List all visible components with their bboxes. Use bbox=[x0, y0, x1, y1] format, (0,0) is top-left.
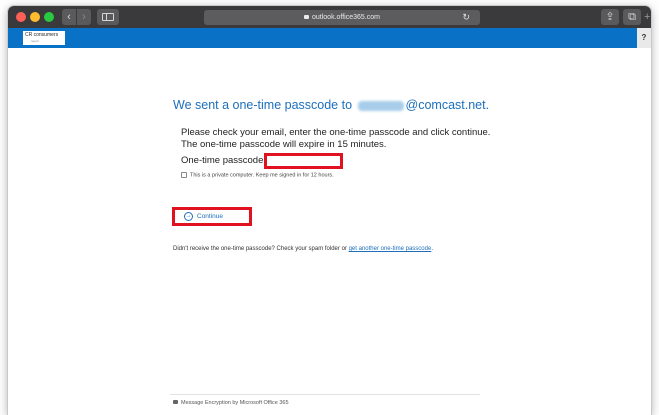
arrow-right-icon: → bbox=[184, 211, 193, 221]
passcode-input[interactable] bbox=[264, 153, 343, 169]
get-another-passcode-link[interactable]: get another one-time passcode bbox=[349, 246, 432, 252]
keep-signed-in-row: This is a private computer. Keep me sign… bbox=[181, 172, 334, 178]
new-tab-button[interactable]: + bbox=[644, 9, 650, 25]
lock-icon bbox=[304, 15, 309, 19]
zoom-window-button[interactable] bbox=[44, 12, 54, 22]
app-header: CR consumers report ? bbox=[8, 28, 651, 48]
logo-text: CR consumers bbox=[25, 32, 59, 38]
share-button[interactable]: ⇪ bbox=[601, 9, 619, 25]
lock-icon bbox=[173, 400, 178, 404]
reload-icon[interactable]: ↻ bbox=[462, 10, 470, 25]
resend-prefix: Didn't receive the one-time passcode? Ch… bbox=[173, 246, 347, 252]
headline-prefix: We sent a one-time passcode to bbox=[173, 98, 353, 112]
keep-signed-in-checkbox[interactable] bbox=[181, 172, 187, 178]
page-title: We sent a one-time passcode to @comcast.… bbox=[173, 98, 489, 112]
browser-window: ‹ › outlook.office365.com ↻ ⇪ ⧉ + CR con… bbox=[8, 6, 651, 415]
back-button[interactable]: ‹ bbox=[62, 9, 76, 25]
instructions-line-1: Please check your email, enter the one-t… bbox=[181, 127, 491, 138]
minimize-window-button[interactable] bbox=[30, 12, 40, 22]
sidebar-toggle-button[interactable] bbox=[97, 9, 119, 25]
redacted-email bbox=[357, 100, 404, 111]
instructions: Please check your email, enter the one-t… bbox=[181, 127, 501, 151]
brand-logo: CR consumers report bbox=[23, 31, 65, 45]
sidebar-icon bbox=[102, 13, 114, 21]
resend-end: . bbox=[431, 246, 433, 252]
instructions-line-2: The one-time passcode will expire in 15 … bbox=[181, 139, 387, 150]
help-button[interactable]: ? bbox=[637, 28, 651, 48]
close-window-button[interactable] bbox=[16, 12, 26, 22]
keep-signed-in-label: This is a private computer. Keep me sign… bbox=[190, 172, 334, 179]
footer-text: Message Encryption by Microsoft Office 3… bbox=[181, 400, 289, 406]
logo-subtext: report bbox=[31, 39, 39, 43]
headline-suffix: @comcast.net. bbox=[405, 98, 490, 112]
otp-label: One-time passcode bbox=[181, 155, 264, 166]
tabs-overview-button[interactable]: ⧉ bbox=[623, 9, 641, 25]
address-bar[interactable]: outlook.office365.com ↻ bbox=[204, 10, 480, 25]
continue-button[interactable]: → Continue bbox=[180, 211, 227, 222]
forward-button[interactable]: › bbox=[77, 9, 91, 25]
resend-text: Didn't receive the one-time passcode? Ch… bbox=[173, 244, 473, 254]
continue-label: Continue bbox=[197, 213, 224, 220]
address-text: outlook.office365.com bbox=[312, 14, 380, 21]
browser-titlebar: ‹ › outlook.office365.com ↻ ⇪ ⧉ + bbox=[8, 6, 651, 28]
footer: Message Encryption by Microsoft Office 3… bbox=[173, 400, 289, 406]
footer-divider bbox=[170, 394, 480, 395]
